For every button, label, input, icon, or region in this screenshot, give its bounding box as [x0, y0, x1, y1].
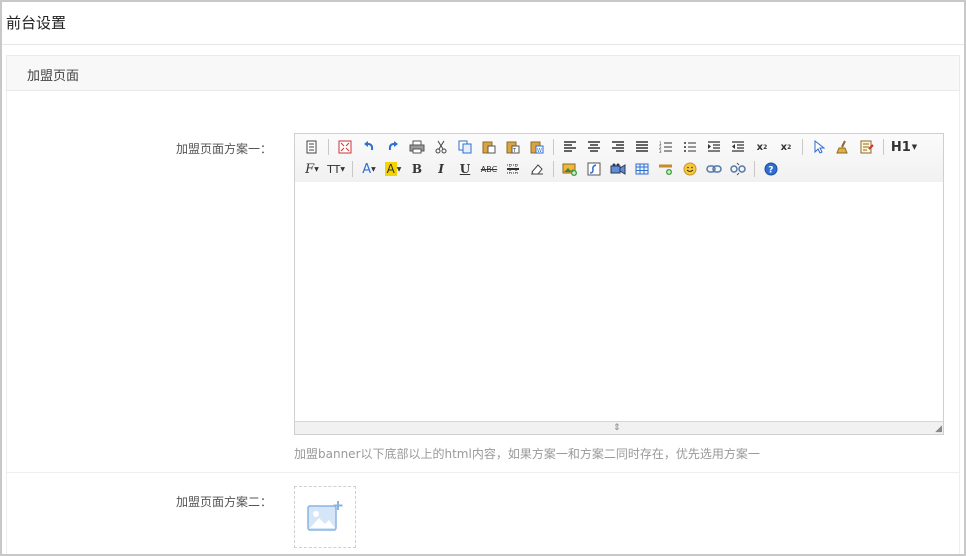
svg-text:W: W: [537, 148, 542, 154]
editor-toolbar: T W 123 x 2 x 2 H1 ▼ F ▼ TT ▼ A ▼ A ▼ B …: [295, 134, 943, 183]
svg-text:?: ?: [768, 166, 773, 176]
corner-grip-icon[interactable]: ◢: [935, 424, 942, 434]
underline-button[interactable]: U: [454, 159, 476, 179]
toolbar-separator: [553, 139, 554, 155]
font-color-label: A: [362, 161, 372, 177]
editor-content-area[interactable]: [295, 182, 943, 422]
resize-handle-icon[interactable]: ⇕: [613, 423, 621, 433]
toolbar-separator: [328, 139, 329, 155]
field-label-plan-one: 加盟页面方案一：: [175, 142, 272, 156]
chevron-down-icon: ▼: [371, 165, 376, 173]
paste-text-icon[interactable]: T: [502, 137, 524, 157]
link-icon[interactable]: [703, 159, 725, 179]
ordered-list-icon[interactable]: 123: [655, 137, 677, 157]
rich-text-editor[interactable]: T W 123 x 2 x 2 H1 ▼ F ▼ TT ▼ A ▼ A ▼ B …: [294, 133, 944, 435]
toolbar-separator: [754, 161, 755, 177]
field-hint: 加盟banner以下底部以上的html内容，如果方案一和方案二同时存在，优先选用…: [294, 447, 760, 461]
print-icon[interactable]: [406, 137, 428, 157]
toolbar-separator: [553, 161, 554, 177]
cut-icon[interactable]: [430, 137, 452, 157]
font-family-label: F: [305, 161, 315, 177]
heading-dropdown[interactable]: H1 ▼: [889, 137, 919, 157]
align-center-icon[interactable]: [583, 137, 605, 157]
source-icon[interactable]: [301, 137, 323, 157]
row-divider: [7, 472, 959, 473]
chevron-down-icon: ▼: [396, 165, 402, 173]
quick-format-icon[interactable]: [856, 137, 878, 157]
chevron-down-icon: ▼: [911, 143, 918, 151]
insert-table-icon[interactable]: [631, 159, 653, 179]
paste-icon[interactable]: [478, 137, 500, 157]
align-right-icon[interactable]: [607, 137, 629, 157]
fullscreen-icon[interactable]: [334, 137, 356, 157]
help-icon[interactable]: ?: [760, 159, 782, 179]
toolbar-separator: [352, 161, 353, 177]
align-left-icon[interactable]: [559, 137, 581, 157]
paste-word-icon[interactable]: W: [526, 137, 548, 157]
insert-video-icon[interactable]: [607, 159, 629, 179]
toolbar-separator: [883, 139, 884, 155]
section-header: 加盟页面: [6, 55, 960, 91]
copy-icon[interactable]: [454, 137, 476, 157]
toolbar-row-1: T W 123 x 2 x 2 H1 ▼: [301, 136, 921, 158]
indent-icon[interactable]: [703, 137, 725, 157]
title-divider: [2, 44, 964, 45]
emoticon-icon[interactable]: [679, 159, 701, 179]
unlink-icon[interactable]: [727, 159, 749, 179]
section-title: 加盟页面: [27, 69, 80, 84]
clear-format-icon[interactable]: [832, 137, 854, 157]
highlight-label: A: [384, 162, 397, 176]
insert-image-icon[interactable]: [559, 159, 581, 179]
select-all-icon[interactable]: [808, 137, 830, 157]
font-size-dropdown[interactable]: TT ▼: [325, 159, 347, 179]
insert-flash-icon[interactable]: [583, 159, 605, 179]
undo-icon[interactable]: [358, 137, 380, 157]
highlight-color-dropdown[interactable]: A ▼: [382, 159, 404, 179]
font-size-label: TT: [327, 162, 341, 176]
font-family-dropdown[interactable]: F ▼: [301, 159, 323, 179]
image-upload-box[interactable]: [294, 486, 356, 548]
unordered-list-icon[interactable]: [679, 137, 701, 157]
bold-button[interactable]: B: [406, 159, 428, 179]
toolbar-row-2: F ▼ TT ▼ A ▼ A ▼ B I U ABC ?: [301, 158, 784, 180]
svg-text:3: 3: [659, 149, 662, 153]
redo-icon[interactable]: [382, 137, 404, 157]
outdent-icon[interactable]: [727, 137, 749, 157]
insert-hr-icon[interactable]: [655, 159, 677, 179]
superscript-icon[interactable]: x2: [775, 137, 797, 157]
italic-button[interactable]: I: [430, 159, 452, 179]
eraser-icon[interactable]: [526, 159, 548, 179]
justify-icon[interactable]: [631, 137, 653, 157]
editor-statusbar: ⇕ ◢: [295, 421, 943, 434]
font-color-dropdown[interactable]: A ▼: [358, 159, 380, 179]
strikethrough-button[interactable]: ABC: [478, 159, 500, 179]
subscript-icon[interactable]: x2: [751, 137, 773, 157]
toolbar-separator: [802, 139, 803, 155]
chevron-down-icon: ▼: [340, 165, 345, 173]
page-title: 前台设置: [6, 14, 67, 32]
add-image-icon: [307, 501, 343, 531]
field-label-plan-two: 加盟页面方案二：: [175, 495, 272, 509]
chevron-down-icon: ▼: [314, 165, 319, 173]
horizontal-rule-icon[interactable]: [502, 159, 524, 179]
heading-label: H1: [890, 139, 911, 155]
